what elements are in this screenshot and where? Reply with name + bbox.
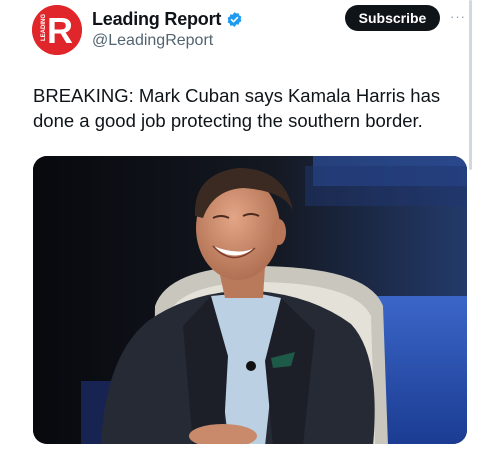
verified-badge-icon [227,12,242,27]
scrollbar[interactable] [469,0,472,170]
author-name-row: Leading Report [92,9,243,30]
subscribe-button[interactable]: Subscribe [345,5,440,31]
display-name[interactable]: Leading Report [92,9,221,30]
tweet-text: BREAKING: Mark Cuban says Kamala Harris … [33,85,441,131]
tweet-photo[interactable] [33,156,467,444]
author-handle[interactable]: @LeadingReport [92,32,213,50]
avatar-text: LEADING [41,14,47,41]
avatar[interactable]: R LEADING [32,5,82,55]
more-options-icon[interactable]: ··· [448,6,468,26]
avatar-letter: R [47,10,73,51]
